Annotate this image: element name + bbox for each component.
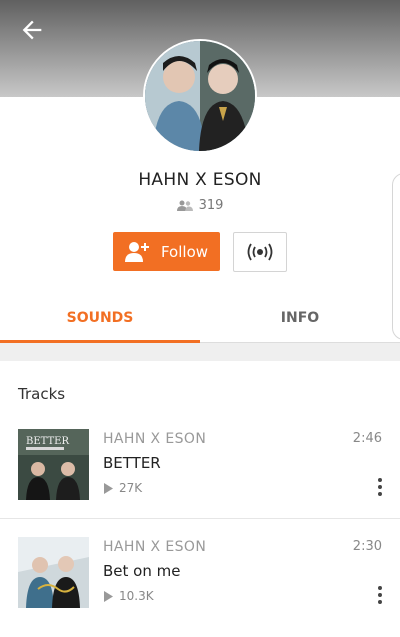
artwork-title-text: BETTER: [26, 436, 69, 447]
more-vertical-icon[interactable]: [374, 585, 386, 605]
track-row[interactable]: BETTER HAHN X ESON BETTER 27K 2:46: [0, 429, 400, 529]
track-title: BETTER: [103, 454, 161, 472]
profile-tabs: SOUNDS INFO: [0, 294, 400, 343]
follow-label: Follow: [160, 242, 209, 261]
track-artwork: BETTER: [18, 429, 89, 500]
play-icon: [104, 590, 113, 602]
play-count: 27K: [119, 481, 143, 495]
tab-sounds[interactable]: SOUNDS: [0, 294, 200, 343]
track-artist: HAHN X ESON: [103, 539, 207, 555]
play-count: 10.3K: [119, 589, 154, 603]
avatar: [143, 39, 257, 153]
track-duration: 2:30: [352, 539, 382, 554]
more-vertical-icon[interactable]: [374, 477, 386, 497]
section-separator: [0, 343, 400, 361]
track-row[interactable]: HAHN X ESON Bet on me 10.3K 2:30: [0, 537, 400, 637]
play-icon: [104, 482, 113, 494]
track-divider: [0, 518, 400, 519]
broadcast-icon: [247, 243, 273, 261]
tracks-heading: Tracks: [18, 385, 66, 403]
followers-count[interactable]: 319: [0, 198, 400, 213]
follow-button[interactable]: Follow: [113, 232, 220, 271]
track-plays: 27K: [103, 481, 142, 495]
profile-name: HAHN X ESON: [138, 170, 262, 190]
back-arrow-icon[interactable]: [18, 16, 46, 44]
track-plays: 10.3K: [103, 589, 154, 603]
add-user-icon: [124, 241, 149, 262]
track-duration: 2:46: [352, 431, 382, 446]
station-button[interactable]: [233, 232, 287, 272]
tab-info[interactable]: INFO: [200, 294, 400, 342]
followers-value: 319: [198, 198, 224, 213]
track-title: Bet on me: [103, 562, 181, 580]
followers-icon: [176, 200, 193, 211]
track-artwork: [18, 537, 89, 608]
track-artist: HAHN X ESON: [103, 431, 207, 447]
